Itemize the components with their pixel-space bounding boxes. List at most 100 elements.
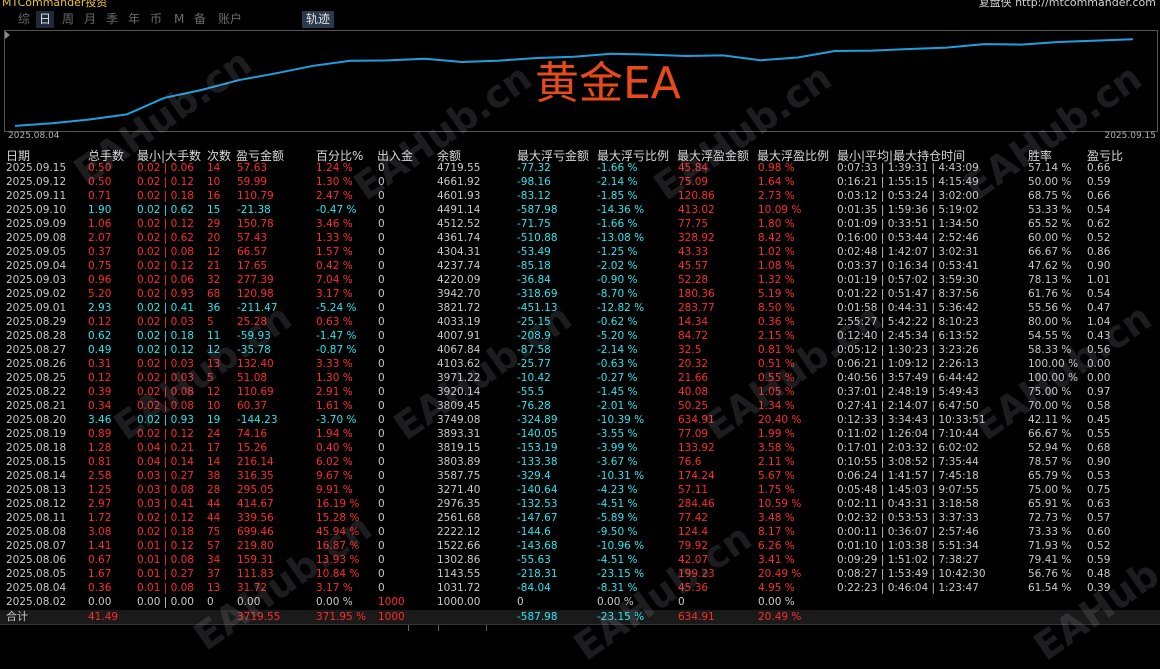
cell-bal: 1143.55 bbox=[437, 568, 481, 580]
cell-mfl: -85.18 bbox=[517, 260, 551, 272]
cell-pct: 2.91 % bbox=[316, 386, 353, 398]
table-row[interactable]: 2025.08.25 0.12 0.02 | 0.03 5 51.08 1.30 % 0 39… bbox=[0, 371, 1160, 385]
cell-bal: 4033.19 bbox=[437, 316, 481, 328]
table-row[interactable]: 2025.08.21 0.34 0.02 | 0.08 10 60.37 1.61 % 0 3… bbox=[0, 399, 1160, 413]
cell-mfl: -140.05 bbox=[517, 428, 558, 440]
table-row[interactable]: 2025.09.15 0.50 0.02 | 0.06 14 57.63 1.24 % 0 4… bbox=[0, 161, 1160, 175]
cell-pl: 0.66 bbox=[1087, 162, 1111, 174]
table-row[interactable]: 2025.08.08 3.08 0.02 | 0.18 75 699.46 45.94 %… bbox=[0, 525, 1160, 539]
table-row[interactable]: 2025.08.12 2.97 0.03 | 0.41 44 414.67 16.19 %… bbox=[0, 497, 1160, 511]
tab-year[interactable]: 年 bbox=[128, 11, 140, 28]
table-row[interactable]: 2025.08.11 1.72 0.02 | 0.12 44 339.56 15.28 %… bbox=[0, 511, 1160, 525]
table-row[interactable]: 2025.08.14 2.58 0.03 | 0.27 38 316.35 9.67 % 0… bbox=[0, 469, 1160, 483]
tab-magic[interactable]: M bbox=[174, 11, 184, 28]
cell-mfl: -143.68 bbox=[517, 540, 558, 552]
cell-io: 0 bbox=[378, 330, 385, 342]
cell-mfl: -133.38 bbox=[517, 456, 558, 468]
table-row[interactable]: 2025.08.27 0.49 0.02 | 0.12 12 -35.78 -0.87 %… bbox=[0, 343, 1160, 357]
table-row[interactable]: 2025.08.22 0.39 0.02 | 0.08 12 110.69 2.91 % 0… bbox=[0, 385, 1160, 399]
total-max-float-loss-pct: -23.15 % bbox=[597, 611, 645, 623]
table-row[interactable]: 2025.08.18 1.28 0.04 | 0.21 17 15.26 0.40 % 0 3… bbox=[0, 441, 1160, 455]
track-button[interactable]: 轨迹 bbox=[302, 11, 335, 28]
cell-bal: 2976.35 bbox=[437, 498, 481, 510]
table-row[interactable]: 2025.08.13 1.25 0.03 | 0.08 28 295.05 9.91 % 0… bbox=[0, 483, 1160, 497]
cell-bal: 4067.84 bbox=[437, 344, 481, 356]
cell-time: 0:16:00 | 0:53:44 | 2:52:46 bbox=[837, 232, 979, 244]
cell-bal: 3971.22 bbox=[437, 372, 481, 384]
tab-quarter[interactable]: 季 bbox=[106, 11, 118, 28]
table-row[interactable]: 2025.08.02 0.00 0.00 | 0.00 0 0.00 0.00 % 1000… bbox=[0, 595, 1160, 609]
cell-bal: 4103.62 bbox=[437, 358, 481, 370]
table-row[interactable]: 2025.09.05 0.37 0.02 | 0.08 12 66.57 1.57 % 0 4… bbox=[0, 245, 1160, 259]
cell-bal: 2561.68 bbox=[437, 512, 481, 524]
cell-mfp: 45.57 bbox=[678, 260, 709, 272]
cell-date: 2025.08.07 bbox=[6, 540, 67, 552]
tab-month[interactable]: 月 bbox=[84, 11, 96, 28]
table-row[interactable]: 2025.08.20 3.46 0.02 | 0.93 19 -144.23 -3.70 … bbox=[0, 413, 1160, 427]
table-row[interactable]: 2025.08.04 0.36 0.01 | 0.08 13 31.72 3.17 % 0 1… bbox=[0, 581, 1160, 595]
table-row[interactable]: 2025.09.10 1.90 0.02 | 0.62 15 -21.38 -0.47 %… bbox=[0, 203, 1160, 217]
table-row[interactable]: 2025.08.28 0.62 0.02 | 0.18 11 -59.93 -1.47 %… bbox=[0, 329, 1160, 343]
cell-pl: 0.59 bbox=[1087, 176, 1111, 188]
cell-date: 2025.08.14 bbox=[6, 470, 67, 482]
cell-win: 75.00 % bbox=[1028, 484, 1072, 496]
tab-account[interactable]: 账户 bbox=[218, 11, 242, 28]
app-link[interactable]: 复盘侠 http://mtcommander.com bbox=[979, 0, 1156, 9]
cell-lots: 0.50 bbox=[88, 162, 112, 174]
cell-mflp: -3.67 % bbox=[597, 456, 638, 468]
cell-time: 0:07:33 | 1:39:31 | 4:43:09 bbox=[837, 162, 979, 174]
table-row[interactable]: 2025.09.03 0.96 0.02 | 0.06 32 277.39 7.04 % 0… bbox=[0, 273, 1160, 287]
table-row[interactable]: 2025.08.06 0.67 0.01 | 0.08 34 159.31 13.93 %… bbox=[0, 553, 1160, 567]
table-row[interactable]: 2025.08.29 0.12 0.02 | 0.03 5 25.28 0.63 % 0 40… bbox=[0, 315, 1160, 329]
cell-bal: 3749.08 bbox=[437, 414, 481, 426]
cell-lots: 1.06 bbox=[88, 218, 112, 230]
table-row[interactable]: 2025.09.11 0.71 0.02 | 0.18 16 110.79 2.47 % 0… bbox=[0, 189, 1160, 203]
cell-date: 2025.08.13 bbox=[6, 484, 67, 496]
table-row[interactable]: 2025.09.12 0.50 0.02 | 0.12 10 59.99 1.30 % 0 4… bbox=[0, 175, 1160, 189]
table-row[interactable]: 2025.09.04 0.75 0.02 | 0.12 21 17.65 0.42 % 0 4… bbox=[0, 259, 1160, 273]
cell-mflp: -2.01 % bbox=[597, 400, 638, 412]
tab-summary[interactable]: 综 bbox=[18, 11, 30, 28]
total-max-float-profit-pct: 20.49 % bbox=[758, 611, 802, 623]
cell-date: 2025.08.04 bbox=[6, 582, 67, 594]
tab-note[interactable]: 备 bbox=[194, 11, 206, 28]
table-row[interactable]: 2025.09.08 2.07 0.02 | 0.62 20 57.43 1.33 % 0 4… bbox=[0, 231, 1160, 245]
cell-mfp: 20.32 bbox=[678, 358, 709, 370]
cell-minmax: 0.02 | 0.03 bbox=[137, 316, 194, 328]
cell-mflp: -3.99 % bbox=[597, 442, 638, 454]
cell-bal: 4361.74 bbox=[437, 232, 481, 244]
cell-mfp: 124.4 bbox=[678, 526, 709, 538]
cell-io: 0 bbox=[378, 316, 385, 328]
cell-count: 17 bbox=[207, 442, 221, 454]
tab-symbol[interactable]: 币 bbox=[150, 11, 162, 28]
cell-time: 0:40:56 | 3:57:49 | 6:44:42 bbox=[837, 372, 979, 384]
cell-mflp: -10.96 % bbox=[597, 540, 645, 552]
cell-io: 0 bbox=[378, 442, 385, 454]
cell-date: 2025.09.04 bbox=[6, 260, 67, 272]
table-row[interactable]: 2025.09.01 2.93 0.02 | 0.41 36 -211.47 -5.24 … bbox=[0, 301, 1160, 315]
tab-week[interactable]: 周 bbox=[62, 11, 74, 28]
cell-mfl: -218.31 bbox=[517, 568, 558, 580]
table-row[interactable]: 2025.08.15 0.81 0.04 | 0.14 14 216.14 6.02 % 0… bbox=[0, 455, 1160, 469]
table-row[interactable]: 2025.08.07 1.41 0.01 | 0.12 57 219.80 16.87 %… bbox=[0, 539, 1160, 553]
table-row[interactable]: 2025.08.19 0.89 0.02 | 0.12 24 74.16 1.94 % 0 3… bbox=[0, 427, 1160, 441]
cell-count: 38 bbox=[207, 470, 221, 482]
cell-lots: 0.62 bbox=[88, 330, 112, 342]
table-row[interactable]: 2025.08.26 0.31 0.02 | 0.03 13 132.40 3.33 % 0… bbox=[0, 357, 1160, 371]
cell-mflp: -14.36 % bbox=[597, 204, 645, 216]
cell-mfpp: 1.99 % bbox=[758, 428, 795, 440]
cell-date: 2025.09.08 bbox=[6, 232, 67, 244]
cell-mfpp: 20.49 % bbox=[758, 568, 802, 580]
tab-day[interactable]: 日 bbox=[36, 11, 55, 28]
table-row[interactable]: 2025.08.05 1.67 0.01 | 0.27 37 111.83 10.84 %… bbox=[0, 567, 1160, 581]
cell-pnl: 17.65 bbox=[237, 260, 268, 272]
cell-lots: 1.67 bbox=[88, 568, 112, 580]
table-row[interactable]: 2025.09.09 1.06 0.02 | 0.12 29 150.78 3.46 % 0… bbox=[0, 217, 1160, 231]
cell-pct: 15.28 % bbox=[316, 512, 360, 524]
cell-lots: 2.97 bbox=[88, 498, 112, 510]
cell-win: 65.52 % bbox=[1028, 218, 1072, 230]
cell-pct: 1.57 % bbox=[316, 246, 353, 258]
chart-start-date: 2025.08.04 bbox=[8, 131, 60, 141]
table-row[interactable]: 2025.09.02 5.20 0.02 | 0.93 68 120.98 3.17 % 0… bbox=[0, 287, 1160, 301]
cell-minmax: 0.02 | 0.03 bbox=[137, 358, 194, 370]
